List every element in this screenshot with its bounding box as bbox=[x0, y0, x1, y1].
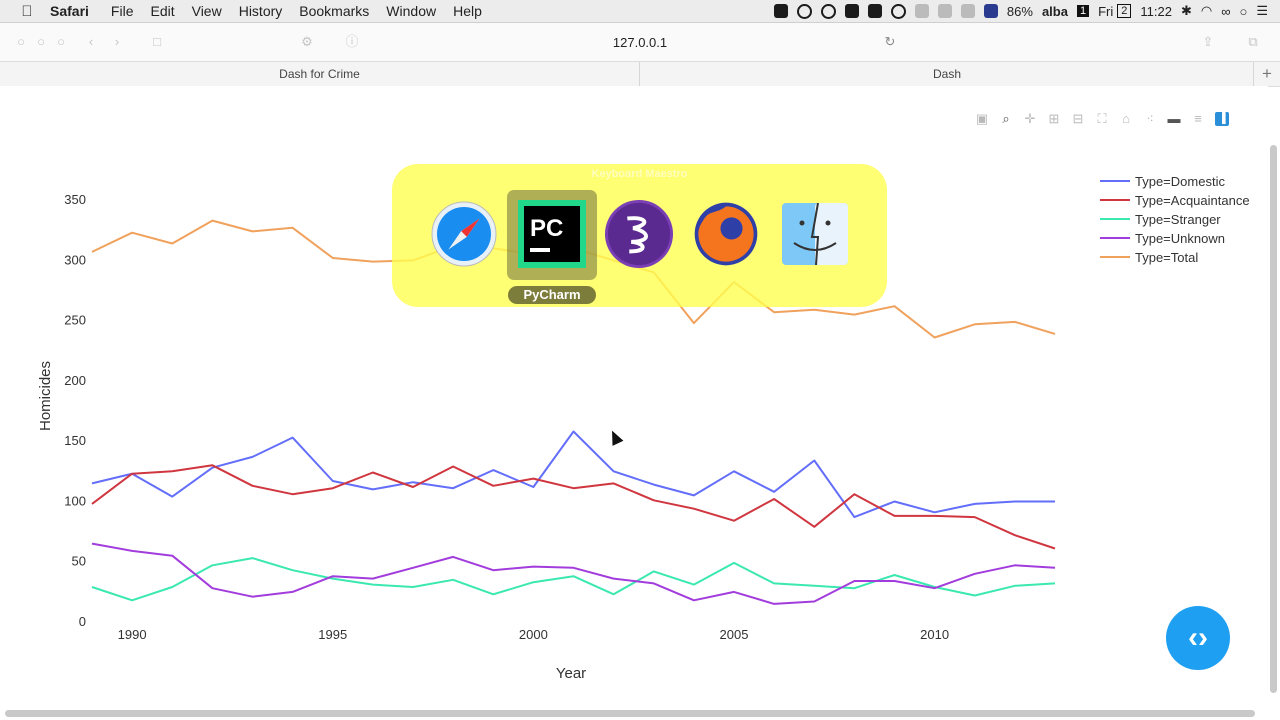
glasses-icon[interactable]: ∞ bbox=[1221, 4, 1230, 19]
day-label: Fri bbox=[1098, 3, 1114, 19]
reload-icon[interactable]: ↻ bbox=[883, 35, 897, 49]
tab-dash-for-crime[interactable]: Dash for Crime bbox=[0, 62, 640, 86]
bluetooth-icon[interactable]: ✱ bbox=[1181, 3, 1192, 19]
menu-app-name[interactable]: Safari bbox=[50, 3, 89, 19]
y-axis-title: Homicides bbox=[37, 361, 54, 431]
list-icon[interactable]: ☰ bbox=[1256, 3, 1268, 19]
url-text: 127.0.0.1 bbox=[612, 34, 668, 50]
status-app-icon[interactable] bbox=[773, 4, 788, 18]
status-flower-icon[interactable] bbox=[867, 4, 882, 18]
battery-percent[interactable]: 86% bbox=[1007, 4, 1033, 19]
menu-edit[interactable]: Edit bbox=[150, 3, 174, 19]
day-badge: 2 bbox=[1117, 4, 1132, 18]
horizontal-scrollbar[interactable] bbox=[5, 710, 1255, 717]
status-doc-icon[interactable] bbox=[937, 4, 952, 18]
legend-item-total[interactable]: Type=Total bbox=[1135, 250, 1198, 265]
y-tick-label: 150 bbox=[64, 433, 86, 448]
code-brackets-icon: ‹› bbox=[1188, 621, 1208, 654]
wifi-icon[interactable]: ◠ bbox=[1201, 3, 1212, 19]
apple-icon[interactable]:  bbox=[18, 3, 36, 20]
minimize-window-icon[interactable]: ○ bbox=[34, 35, 48, 49]
menu-file[interactable]: File bbox=[111, 3, 134, 19]
y-tick-label: 250 bbox=[64, 313, 86, 328]
x-tick-label: 2005 bbox=[720, 627, 749, 642]
series-line-domestic[interactable] bbox=[91, 430, 1055, 519]
x-tick-label: 2010 bbox=[920, 627, 949, 642]
y-tick-label: 50 bbox=[72, 554, 86, 569]
menu-help[interactable]: Help bbox=[453, 3, 482, 19]
svg-text:PC: PC bbox=[530, 215, 563, 242]
x-tick-label: 1990 bbox=[118, 627, 147, 642]
space-badge[interactable]: 1 bbox=[1076, 5, 1090, 17]
switcher-title: Keyboard Maestro bbox=[591, 168, 688, 180]
firefox-icon[interactable] bbox=[691, 199, 761, 269]
menu-bar:  Safari File Edit View History Bookmark… bbox=[0, 0, 1280, 23]
menu-history[interactable]: History bbox=[239, 3, 283, 19]
tabs-overview-icon[interactable]: ⧉ bbox=[1246, 35, 1260, 49]
legend-item-stranger[interactable]: Type=Stranger bbox=[1135, 212, 1221, 227]
search-icon[interactable]: ○ bbox=[1239, 4, 1247, 19]
menu-view[interactable]: View bbox=[192, 3, 222, 19]
share-icon[interactable]: ⇪ bbox=[1201, 35, 1215, 49]
selected-app-label: PyCharm bbox=[508, 286, 596, 304]
series-line-unknown[interactable] bbox=[91, 542, 1056, 605]
safari-icon[interactable] bbox=[429, 199, 499, 269]
status-info-icon[interactable] bbox=[796, 3, 812, 19]
emacs-icon[interactable] bbox=[604, 199, 674, 269]
pycharm-icon[interactable]: PC bbox=[517, 199, 587, 269]
menu-window[interactable]: Window bbox=[386, 3, 436, 19]
x-tick-label: 1995 bbox=[318, 627, 347, 642]
status-te-icon[interactable] bbox=[890, 3, 906, 19]
legend-item-domestic[interactable]: Type=Domestic bbox=[1135, 174, 1225, 189]
back-icon[interactable]: ‹ bbox=[84, 35, 98, 49]
extension-icon[interactable]: ⚙ bbox=[300, 35, 314, 49]
app-switcher: Keyboard Maestro PC PyCharm bbox=[392, 164, 887, 307]
new-tab-button[interactable]: + bbox=[1253, 62, 1280, 86]
tab-label: Dash for Crime bbox=[279, 67, 360, 81]
legend-item-unknown[interactable]: Type=Unknown bbox=[1135, 231, 1225, 246]
status-flag-icon[interactable] bbox=[983, 4, 998, 18]
close-window-icon[interactable]: ○ bbox=[14, 35, 28, 49]
status-compass-icon[interactable] bbox=[820, 3, 836, 19]
address-bar[interactable]: 127.0.0.1 bbox=[378, 29, 902, 55]
user-name[interactable]: alba bbox=[1042, 4, 1068, 19]
y-tick-label: 0 bbox=[79, 614, 86, 629]
forward-icon[interactable]: › bbox=[110, 35, 124, 49]
x-axis-title: Year bbox=[556, 665, 586, 682]
tab-bar: Dash for Crime Dash + bbox=[0, 61, 1280, 87]
vertical-scrollbar[interactable] bbox=[1270, 145, 1277, 693]
x-tick-label: 2000 bbox=[519, 627, 548, 642]
menu-bookmarks[interactable]: Bookmarks bbox=[299, 3, 369, 19]
info-icon[interactable]: ⓘ bbox=[345, 35, 359, 49]
status-drive-icon[interactable] bbox=[914, 4, 929, 18]
code-toggle-button[interactable]: ‹› bbox=[1166, 606, 1230, 670]
zoom-window-icon[interactable]: ○ bbox=[54, 35, 68, 49]
sidebar-icon[interactable]: □ bbox=[150, 35, 164, 49]
y-tick-label: 200 bbox=[64, 373, 86, 388]
status-grid-icon[interactable] bbox=[844, 4, 859, 18]
y-tick-label: 300 bbox=[64, 252, 86, 267]
series-line-acquaintance[interactable] bbox=[91, 464, 1056, 550]
clock[interactable]: 11:22 bbox=[1140, 4, 1172, 19]
tab-label: Dash bbox=[932, 67, 961, 81]
status-d-icon[interactable] bbox=[960, 4, 975, 18]
status-area: 86% alba 1 Fri 2 11:22 ✱ ◠ ∞ ○ ☰ bbox=[773, 0, 1280, 22]
y-tick-label: 100 bbox=[64, 493, 86, 508]
y-tick-label: 350 bbox=[64, 192, 86, 207]
tab-dash[interactable]: Dash bbox=[640, 62, 1254, 86]
finder-icon[interactable] bbox=[780, 199, 850, 269]
legend-item-acquaintance[interactable]: Type=Acquaintance bbox=[1135, 193, 1250, 208]
browser-toolbar: ○ ○ ○ ‹ › □ ⚙ ⓘ 127.0.0.1 ↻ ⇪ ⧉ bbox=[0, 23, 1280, 61]
